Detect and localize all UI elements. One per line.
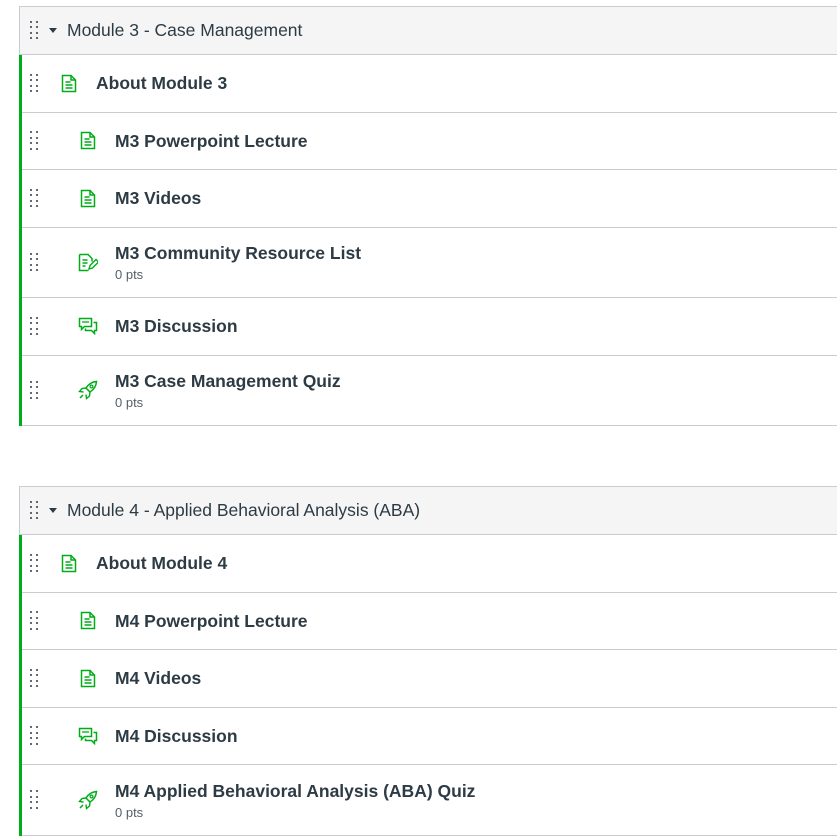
- module-item-assignment[interactable]: M3 Community Resource List 0 pts: [22, 228, 837, 298]
- page-icon: [57, 551, 81, 575]
- module-header[interactable]: Module 3 - Case Management: [19, 6, 837, 55]
- item-title[interactable]: M3 Powerpoint Lecture: [115, 130, 308, 152]
- module-item-videos[interactable]: M3 Videos: [22, 170, 837, 228]
- drag-handle-icon[interactable]: [30, 611, 39, 631]
- page-icon: [57, 71, 81, 95]
- item-title[interactable]: M3 Case Management Quiz: [115, 370, 341, 392]
- module-item-discussion[interactable]: M3 Discussion: [22, 298, 837, 356]
- module-item-quiz[interactable]: M3 Case Management Quiz 0 pts: [22, 356, 837, 426]
- discussion-icon: [76, 314, 100, 338]
- points-label: 0 pts: [115, 395, 144, 411]
- item-title[interactable]: About Module 4: [96, 552, 227, 574]
- item-title[interactable]: M4 Powerpoint Lecture: [115, 610, 308, 632]
- collapse-caret-icon[interactable]: [49, 28, 57, 33]
- drag-handle-icon[interactable]: [30, 726, 39, 746]
- item-title[interactable]: M3 Discussion: [115, 315, 238, 337]
- drag-handle-icon[interactable]: [30, 252, 39, 273]
- drag-handle-icon[interactable]: [30, 500, 39, 521]
- item-title[interactable]: About Module 3: [96, 72, 227, 94]
- page-icon: [76, 666, 100, 690]
- module-item-videos[interactable]: M4 Videos: [22, 650, 837, 708]
- drag-handle-icon[interactable]: [30, 188, 39, 209]
- module-items: About Module 3 M3 Powerpoint Lecture M3 …: [19, 55, 837, 426]
- drag-handle-icon[interactable]: [30, 316, 39, 337]
- drag-handle-icon[interactable]: [30, 73, 39, 94]
- drag-handle-icon[interactable]: [30, 131, 39, 151]
- page-icon: [76, 186, 100, 210]
- collapse-caret-icon[interactable]: [49, 508, 57, 513]
- drag-handle-icon[interactable]: [30, 380, 39, 401]
- assignment-icon: [76, 250, 100, 274]
- module-header[interactable]: Module 4 - Applied Behavioral Analysis (…: [19, 486, 837, 535]
- quiz-icon: [76, 788, 100, 812]
- modules-page: Module 3 - Case Management About Module …: [0, 0, 837, 839]
- page-icon: [76, 609, 100, 633]
- module-item-about[interactable]: About Module 3: [22, 55, 837, 113]
- item-title[interactable]: M4 Discussion: [115, 725, 238, 747]
- points-label: 0 pts: [115, 804, 144, 820]
- module-title: Module 4 - Applied Behavioral Analysis (…: [67, 500, 421, 520]
- module-item-lecture[interactable]: M4 Powerpoint Lecture: [22, 593, 837, 650]
- drag-handle-icon[interactable]: [30, 668, 39, 689]
- module-item-lecture[interactable]: M3 Powerpoint Lecture: [22, 113, 837, 170]
- module-4: Module 4 - Applied Behavioral Analysis (…: [19, 486, 837, 836]
- points-label: 0 pts: [115, 267, 144, 283]
- module-item-quiz[interactable]: M4 Applied Behavioral Analysis (ABA) Qui…: [22, 765, 837, 836]
- module-title: Module 3 - Case Management: [67, 20, 303, 40]
- page-icon: [76, 129, 100, 153]
- drag-handle-icon[interactable]: [30, 790, 39, 810]
- drag-handle-icon[interactable]: [30, 553, 39, 574]
- item-title[interactable]: M3 Videos: [115, 187, 201, 209]
- item-title[interactable]: M4 Applied Behavioral Analysis (ABA) Qui…: [115, 780, 475, 802]
- module-item-discussion[interactable]: M4 Discussion: [22, 708, 837, 765]
- module-3: Module 3 - Case Management About Module …: [19, 6, 837, 426]
- discussion-icon: [76, 724, 100, 748]
- quiz-icon: [76, 378, 100, 402]
- drag-handle-icon[interactable]: [30, 20, 39, 41]
- module-items: About Module 4 M4 Powerpoint Lecture M4 …: [19, 535, 837, 836]
- module-item-about[interactable]: About Module 4: [22, 535, 837, 593]
- item-title[interactable]: M4 Videos: [115, 667, 201, 689]
- item-title[interactable]: M3 Community Resource List: [115, 242, 361, 264]
